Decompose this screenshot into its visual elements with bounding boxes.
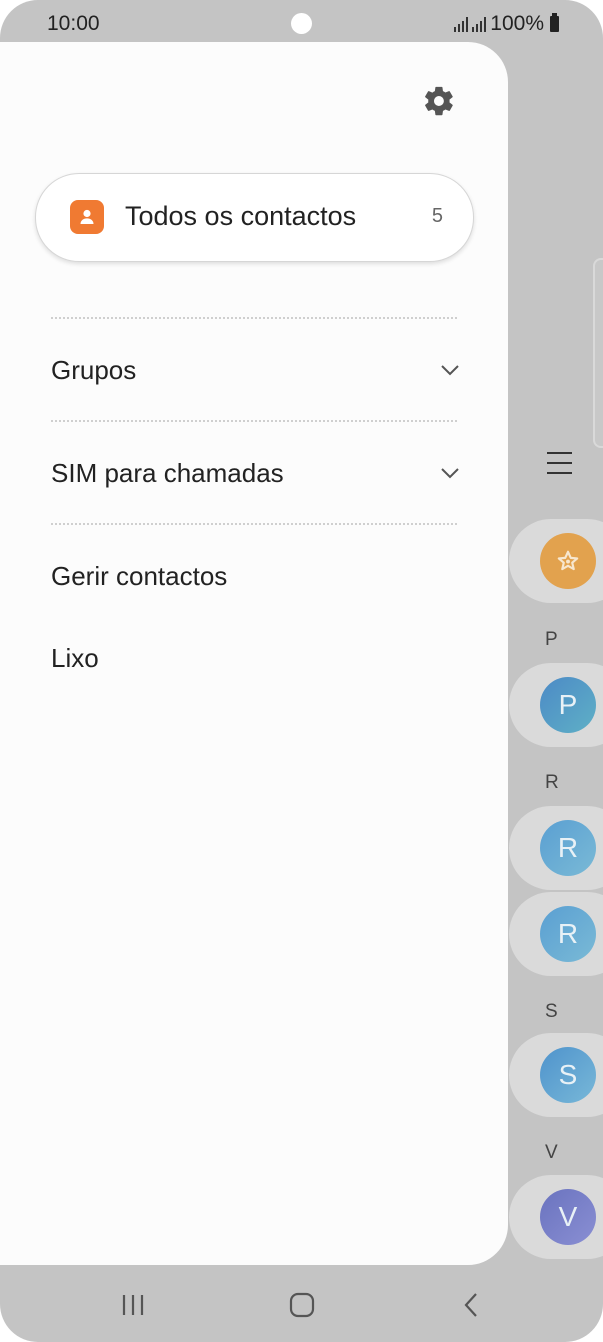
index-letter: V <box>545 1142 558 1163</box>
index-letter: S <box>545 1001 558 1022</box>
signal-icon <box>454 16 469 32</box>
contacts-count: 5 <box>431 205 443 227</box>
trash-label: Lixo <box>51 642 99 673</box>
divider <box>51 523 457 525</box>
all-contacts-label: Todos os contactos <box>125 201 357 231</box>
settings-button[interactable] <box>420 82 458 120</box>
manage-contacts-item[interactable]: Gerir contactos <box>51 546 461 606</box>
avatar[interactable]: P <box>540 677 596 733</box>
divider <box>51 317 457 319</box>
navigation-drawer: Todos os contactos 5 Grupos SIM para cha… <box>0 42 508 1265</box>
avatar[interactable]: R <box>540 906 596 962</box>
home-icon[interactable] <box>282 1290 322 1320</box>
groups-label: Grupos <box>51 354 137 385</box>
phone-screen: 10:00 100% P P R R R S S V V Todos os co… <box>0 0 603 1342</box>
star-icon[interactable] <box>540 533 596 589</box>
status-time: 10:00 <box>47 12 100 35</box>
battery-icon <box>550 13 559 32</box>
chevron-down-icon[interactable] <box>439 462 461 484</box>
sim-calls-section[interactable]: SIM para chamadas <box>51 443 461 503</box>
signal-icon <box>472 16 487 32</box>
recents-icon[interactable] <box>113 1290 153 1320</box>
navigation-bar <box>0 1275 603 1335</box>
avatar[interactable]: S <box>540 1047 596 1103</box>
front-camera <box>291 13 312 34</box>
divider <box>51 420 457 422</box>
battery-percent: 100% <box>490 12 544 35</box>
status-icons: 100% <box>454 12 559 36</box>
manage-contacts-label: Gerir contactos <box>51 560 228 591</box>
gear-icon <box>425 86 453 116</box>
hamburger-menu-icon[interactable] <box>547 452 572 482</box>
scrollbar[interactable] <box>593 258 603 448</box>
avatar[interactable]: V <box>540 1189 596 1245</box>
index-letter: R <box>545 772 559 793</box>
index-letter: P <box>545 629 558 650</box>
back-icon[interactable] <box>451 1290 491 1320</box>
sim-calls-label: SIM para chamadas <box>51 457 284 488</box>
groups-section[interactable]: Grupos <box>51 340 461 400</box>
avatar[interactable]: R <box>540 820 596 876</box>
person-icon <box>70 200 104 234</box>
all-contacts-button[interactable]: Todos os contactos 5 <box>35 173 474 262</box>
chevron-down-icon[interactable] <box>439 359 461 381</box>
trash-item[interactable]: Lixo <box>51 628 461 688</box>
